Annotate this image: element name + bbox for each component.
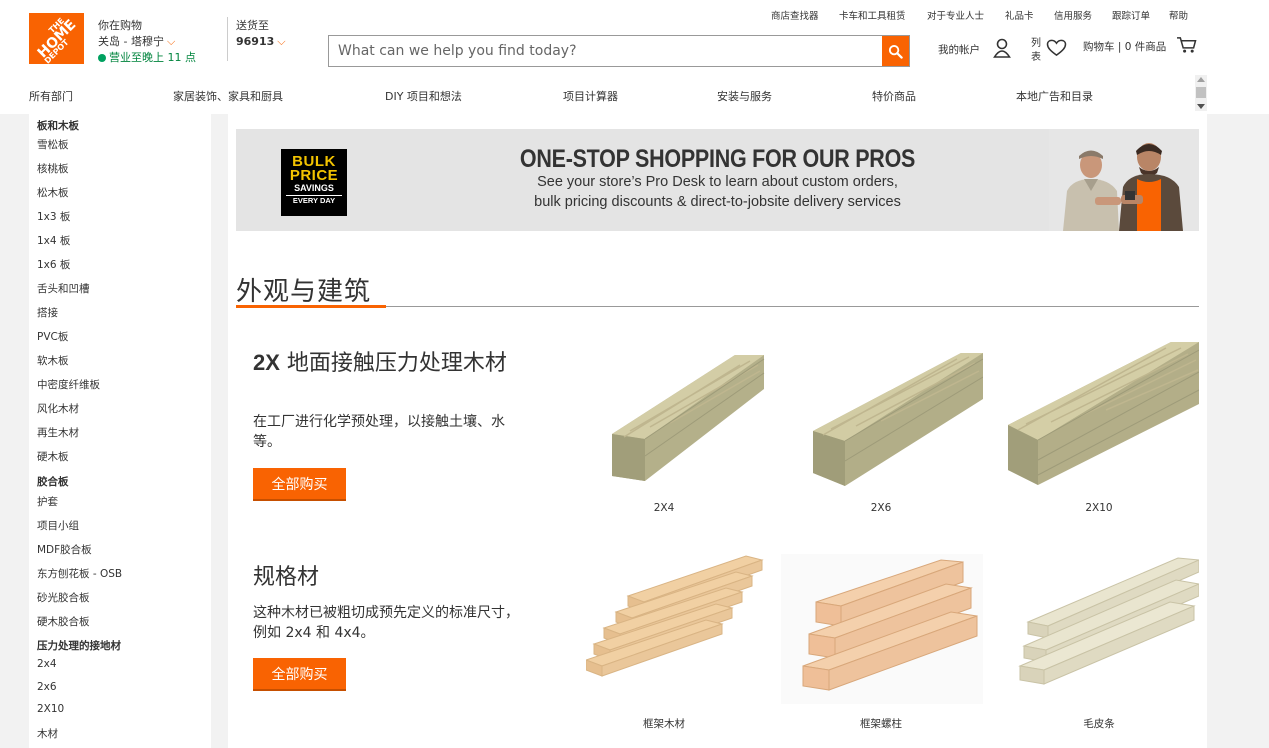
nav-local-ad[interactable]: 本地广告和目录 [1016,88,1093,104]
sidebar-item[interactable]: 软木板 [37,353,69,368]
nav-diy-projects[interactable]: DIY 项目和想法 [385,88,462,104]
sidebar-item[interactable]: 再生木材 [37,425,79,440]
open-status-dot-icon [98,54,106,62]
search-icon [888,44,903,59]
product-label[interactable]: 框架木材 [564,716,764,731]
site-header: THE HOME DEPOT 你在购物 关岛 - 塔穆宁 ⌵ 营业至晚上 11 点… [0,0,1269,114]
sidebar-item[interactable]: 护套 [37,494,58,509]
category-description: 在工厂进行化学预处理，以接触土壤、水等。 [253,414,505,450]
delivery-label: 送货至 [236,19,269,32]
store-label: 你在购物 [98,19,142,32]
product-label[interactable]: 毛皮条 [999,716,1199,731]
sidebar-header-plywood[interactable]: 胶合板 [37,474,69,489]
sidebar-item[interactable]: 2x6 [37,681,57,693]
sidebar-item[interactable]: 1x4 板 [37,233,70,248]
product-label[interactable]: 2X4 [564,502,764,514]
sidebar-item[interactable]: 核桃板 [37,161,69,176]
scrollbar-thumb[interactable] [1196,87,1206,98]
section-title: 外观与建筑 [236,277,372,307]
sidebar-item[interactable]: 1x3 板 [37,209,70,224]
shop-all-button[interactable]: 全部购买 [253,658,346,691]
section-accent-bar [236,305,386,308]
category-title[interactable]: 规格材 [253,565,523,590]
lumber-2x6-image[interactable] [811,351,983,486]
shop-all-button[interactable]: 全部购买 [253,468,346,501]
heart-icon[interactable] [1046,39,1067,57]
sidebar-item[interactable]: 砂光胶合板 [37,590,90,605]
nav-specials[interactable]: 特价商品 [872,88,916,104]
util-link-gift-cards[interactable]: 礼品卡 [1005,8,1034,22]
sidebar-item[interactable]: 硬木板 [37,449,69,464]
category-title-text: 规格材 [253,565,320,590]
product-label[interactable]: 框架螺柱 [781,716,981,731]
scroll-down-arrow-icon[interactable] [1197,104,1205,109]
util-link-for-pros[interactable]: 对于专业人士 [927,8,984,22]
sidebar-item[interactable]: MDF胶合板 [37,542,92,557]
sidebar-header-boards[interactable]: 板和木板 [37,118,79,133]
sidebar-item[interactable]: 1x6 板 [37,257,70,272]
nav-installation-services[interactable]: 安装与服务 [717,88,772,104]
user-icon[interactable] [993,38,1011,58]
product-label[interactable]: 2X6 [781,502,981,514]
search-button[interactable] [882,36,909,66]
chevron-down-icon[interactable]: ⌵ [167,35,175,48]
sidebar-item[interactable]: PVC板 [37,329,68,344]
category-description: 这种木材已被粗切成预先定义的标准尺寸，例如 2x4 和 4x4。 [253,605,519,641]
sidebar-item[interactable]: 舌头和凹槽 [37,281,90,296]
cart-icon[interactable] [1176,36,1197,54]
product-label[interactable]: 2X10 [999,502,1199,514]
util-link-track-order[interactable]: 跟踪订单 [1112,8,1150,22]
delivery-zip[interactable]: 96913 [236,35,274,48]
util-link-help[interactable]: 帮助 [1169,8,1188,22]
search-bar [328,35,910,67]
framing-lumber-image[interactable] [586,554,766,686]
main-content: BULK PRICE SAVINGS EVERY DAY ONE-STOP SH… [228,114,1207,748]
banner-title: ONE-STOP SHOPPING FOR OUR PROS [519,145,916,173]
nav-all-departments[interactable]: 所有部门 [29,88,73,104]
sidebar-item[interactable]: 中密度纤维板 [37,377,100,392]
sidebar-header-pressure-treated[interactable]: 压力处理的接地材 [37,638,121,653]
nav-scrollbar[interactable] [1195,75,1207,111]
lumber-2x10-image[interactable] [1006,340,1199,485]
sidebar-item[interactable]: 搭接 [37,305,58,320]
nav-home-decor[interactable]: 家居装饰、家具和厨具 [173,88,283,104]
search-input[interactable] [329,36,882,66]
nav-project-calculators[interactable]: 项目计算器 [563,88,618,104]
list-link-label[interactable]: 列表 [1031,37,1043,65]
util-link-truck-tool-rental[interactable]: 卡车和工具租赁 [839,8,906,22]
sidebar-item[interactable]: 2X10 [37,703,64,715]
util-link-credit-services[interactable]: 信用服务 [1054,8,1092,22]
home-depot-logo[interactable]: THE HOME DEPOT [29,13,84,64]
sidebar-item[interactable]: 项目小组 [37,518,79,533]
lumber-2x4-image[interactable] [610,351,765,486]
pro-associates-image [1049,129,1199,231]
scroll-up-arrow-icon[interactable] [1197,77,1205,82]
category-title[interactable]: 2X 地面接触压力处理木材 [253,351,523,376]
store-selector[interactable]: 你在购物 关岛 - 塔穆宁 ⌵ 营业至晚上 11 点 [98,18,196,66]
sidebar-item[interactable]: 硬木胶合板 [37,614,90,629]
sidebar-item[interactable]: 雪松板 [37,137,69,152]
sidebar-item[interactable]: 2x4 [37,658,57,670]
sidebar-item[interactable]: 木材 [37,726,58,741]
store-location[interactable]: 关岛 - 塔穆宁 [98,35,164,48]
cart-link[interactable]: 购物车 | 0 件商品 [1083,39,1166,54]
chevron-down-icon[interactable]: ⌵ [277,35,285,48]
category-sidebar: 板和木板 雪松板 核桃板 松木板 1x3 板 1x4 板 1x6 板 舌头和凹槽… [29,114,211,748]
pro-banner[interactable]: BULK PRICE SAVINGS EVERY DAY ONE-STOP SH… [236,129,1199,231]
sidebar-item[interactable]: 东方刨花板 - OSB [37,566,122,581]
furring-strip-image[interactable] [1018,554,1199,686]
framing-stud-image[interactable] [781,554,983,704]
util-link-store-finder[interactable]: 商店查找器 [771,8,819,22]
store-hours: 营业至晚上 11 点 [109,51,196,64]
my-account-link[interactable]: 我的帐户 [938,42,980,57]
category-title-bold: 2X [253,350,280,375]
sidebar-item[interactable]: 风化木材 [37,401,79,416]
sidebar-item[interactable]: 松木板 [37,185,69,200]
header-divider [227,17,228,61]
delivery-zip-selector[interactable]: 送货至 96913 ⌵ [236,18,286,50]
category-title-text: 地面接触压力处理木材 [279,351,507,376]
